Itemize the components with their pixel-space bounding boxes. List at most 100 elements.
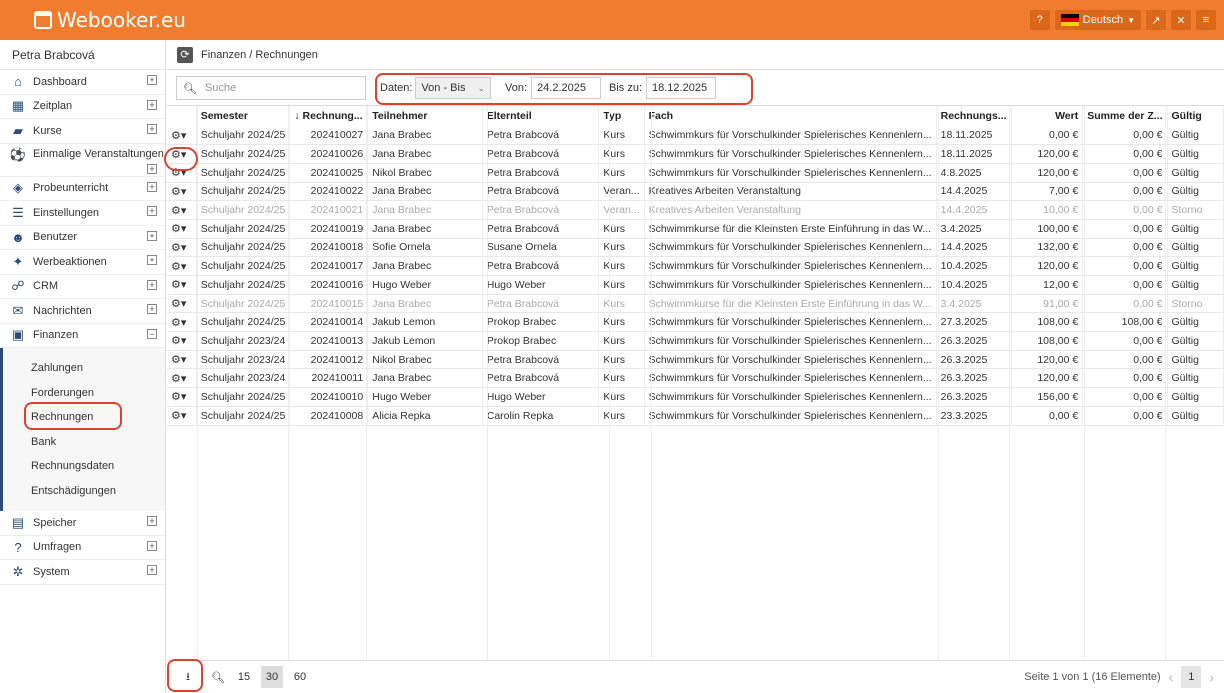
row-actions[interactable]: ⚙▾ [167,331,197,351]
table-row[interactable]: ⚙▾ Schuljahr 2024/25 202410015 Jana Brabec P… [167,294,1224,314]
sidebar-item-system[interactable]: ✲ System + [0,560,165,585]
next-page-icon[interactable]: › [1209,669,1214,685]
sidebar-item-benutzer[interactable]: ☻ Benutzer + [0,226,165,250]
gear-icon[interactable]: ⚙▾ [171,373,186,385]
expand-icon[interactable]: + [147,304,157,314]
row-actions[interactable]: ⚙▾ [167,294,197,314]
table-row[interactable]: ⚙▾ Schuljahr 2023/24 202410011 Jana Brabec P… [167,368,1224,389]
expand-icon[interactable]: + [147,255,157,265]
page-size-30[interactable]: 30 [261,666,283,688]
table-row[interactable]: ⚙▾ Schuljahr 2024/25 202410019 Jana Brabec P… [167,219,1224,239]
row-actions[interactable]: ⚙▾ [167,256,197,276]
column-header-teilnehmer[interactable]: Teilnehmer [367,106,483,126]
table-row[interactable]: ⚙▾ Schuljahr 2023/24 202410012 Nikol Brabec… [167,350,1224,370]
table-row[interactable]: ⚙▾ Schuljahr 2024/25 202410022 Jana Brabec P… [167,182,1224,202]
expand-icon[interactable]: + [147,75,157,85]
page-button-1[interactable]: 1 [1181,666,1202,688]
gear-icon[interactable]: ⚙▾ [171,354,186,366]
gear-icon[interactable]: ⚙▾ [171,298,186,310]
row-actions[interactable]: ⚙▾ [167,219,197,239]
row-actions[interactable]: ⚙▾ [167,350,197,370]
column-header-rechnung-sorted[interactable]: ↓ Rechnung... [289,106,369,126]
sidebar-subitem-zahlungen[interactable]: Zahlungen [3,356,165,381]
external-link-button[interactable]: ↗ [1146,10,1166,30]
row-actions[interactable]: ⚙▾ [167,275,197,295]
column-header-elternteil[interactable]: Elternteil [482,106,600,126]
expand-icon[interactable]: + [147,565,157,575]
gear-icon[interactable]: ⚙▾ [171,261,186,273]
column-header-rechnungs[interactable]: Rechnungs... [936,106,1012,126]
menu-button[interactable]: ≡ [1196,10,1216,30]
language-dropdown[interactable]: Deutsch ▼ [1054,10,1141,30]
table-row[interactable]: ⚙▾ Schuljahr 2024/25 202410016 Hugo Weber Hu… [167,275,1224,295]
search-input[interactable]: 🔍︎ Suche [176,76,366,100]
sidebar-item-speicher[interactable]: ▤ Speicher + [0,511,165,536]
column-header-wert[interactable]: Wert [1011,106,1084,126]
table-row[interactable]: ⚙▾ Schuljahr 2024/25 202410025 Nikol Brabec… [167,163,1224,183]
expand-icon[interactable]: + [147,206,157,216]
sidebar-item-einmalige-veranstaltungen[interactable]: ⚽ Einmalige Veranstaltungen + [0,144,165,177]
row-actions[interactable]: ⚙▾ [167,368,197,389]
gear-icon[interactable]: ⚙▾ [171,242,186,254]
expand-icon[interactable]: − [147,328,157,339]
sidebar-item-dashboard[interactable]: ⌂ Dashboard + [0,70,165,95]
row-actions[interactable]: ⚙▾ [167,200,197,220]
sidebar-item-finanzen[interactable]: ▣ Finanzen − [0,324,165,348]
expand-icon[interactable]: + [147,279,157,290]
table-row[interactable]: ⚙▾ Schuljahr 2024/25 202410027 Jana Brabec P… [167,126,1224,146]
table-row[interactable]: ⚙▾ Schuljahr 2024/25 202410018 Sofie Ornela… [167,238,1224,258]
expand-icon[interactable]: + [147,163,157,174]
row-actions[interactable]: ⚙▾ [167,126,197,146]
row-actions[interactable]: ⚙▾ [167,387,197,407]
sidebar-subitem-entschadigungen[interactable]: Entschädigungen [3,479,165,504]
close-button[interactable]: ✕ [1171,10,1191,30]
row-actions[interactable]: ⚙▾ [167,238,197,258]
column-header-fach[interactable]: Fach [644,106,937,126]
expand-icon[interactable]: + [147,99,157,110]
gear-icon[interactable]: ⚙▾ [171,279,186,291]
gear-icon[interactable]: ⚙▾ [171,317,186,329]
sidebar-item-umfragen[interactable]: ? Umfragen + [0,536,165,560]
table-row[interactable]: ⚙▾ Schuljahr 2023/24 202410013 Jakub Lemon P… [167,331,1224,351]
gear-icon[interactable]: ⚙▾ [171,335,186,347]
sidebar-item-crm[interactable]: ☍ CRM + [0,275,165,299]
sidebar-item-einstellungen[interactable]: ☰ Einstellungen + [0,201,165,226]
column-header-typ[interactable]: Typ [598,106,645,126]
app-logo[interactable]: Webooker.eu [34,8,186,32]
sidebar-item-kurse[interactable]: ▰ Kurse + [0,119,165,144]
column-header-gultig[interactable]: Gültig [1167,106,1224,126]
table-row[interactable]: ⚙▾ Schuljahr 2024/25 202410017 Jana Brabec P… [167,256,1224,276]
column-header-semester[interactable]: Semester [196,106,291,126]
sidebar-subitem-rechnungsdaten[interactable]: Rechnungsdaten [3,454,165,479]
help-button[interactable]: ? [1029,10,1050,30]
expand-icon[interactable]: + [147,540,157,551]
refresh-icon[interactable]: ⟳ [177,46,193,63]
row-actions[interactable]: ⚙▾ [167,406,197,426]
expand-icon[interactable]: + [147,124,157,134]
sidebar-item-werbeaktionen[interactable]: ✦ Werbeaktionen + [0,250,165,275]
gear-icon[interactable]: ⚙▾ [171,223,186,235]
row-actions[interactable]: ⚙▾ [167,182,197,202]
page-size-60[interactable]: 60 [289,666,311,688]
prev-page-icon[interactable]: ‹ [1169,669,1174,685]
table-row[interactable]: ⚙▾ Schuljahr 2024/25 202410026 Jana Brabec P… [167,144,1224,164]
gear-icon[interactable]: ⚙▾ [171,410,186,422]
sidebar-subitem-bank[interactable]: Bank [3,430,165,455]
table-row[interactable]: ⚙▾ Schuljahr 2024/25 202410021 Jana Brabec P… [167,200,1224,220]
table-row[interactable]: ⚙▾ Schuljahr 2024/25 202410014 Jakub Lemon P… [167,312,1224,333]
search-toggle-button[interactable]: 🔍︎ [207,666,229,688]
sidebar-item-probeunterricht[interactable]: ◈ Probeunterricht + [0,177,165,201]
page-size-15[interactable]: 15 [233,666,255,688]
sidebar-item-zeitplan[interactable]: ▦ Zeitplan + [0,95,165,119]
gear-icon[interactable]: ⚙▾ [171,205,186,217]
gear-icon[interactable]: ⚙▾ [171,130,186,142]
gear-icon[interactable]: ⚙▾ [171,186,186,198]
table-row[interactable]: ⚙▾ Schuljahr 2024/25 202410008 Alicia Repka… [167,406,1224,426]
row-actions[interactable]: ⚙▾ [167,312,197,333]
expand-icon[interactable]: + [147,230,157,241]
gear-icon[interactable]: ⚙▾ [171,391,186,403]
sidebar-item-nachrichten[interactable]: ✉ Nachrichten + [0,299,165,324]
table-row[interactable]: ⚙▾ Schuljahr 2024/25 202410010 Hugo Weber Hu… [167,387,1224,407]
expand-icon[interactable]: + [147,181,157,192]
expand-icon[interactable]: + [147,516,157,526]
